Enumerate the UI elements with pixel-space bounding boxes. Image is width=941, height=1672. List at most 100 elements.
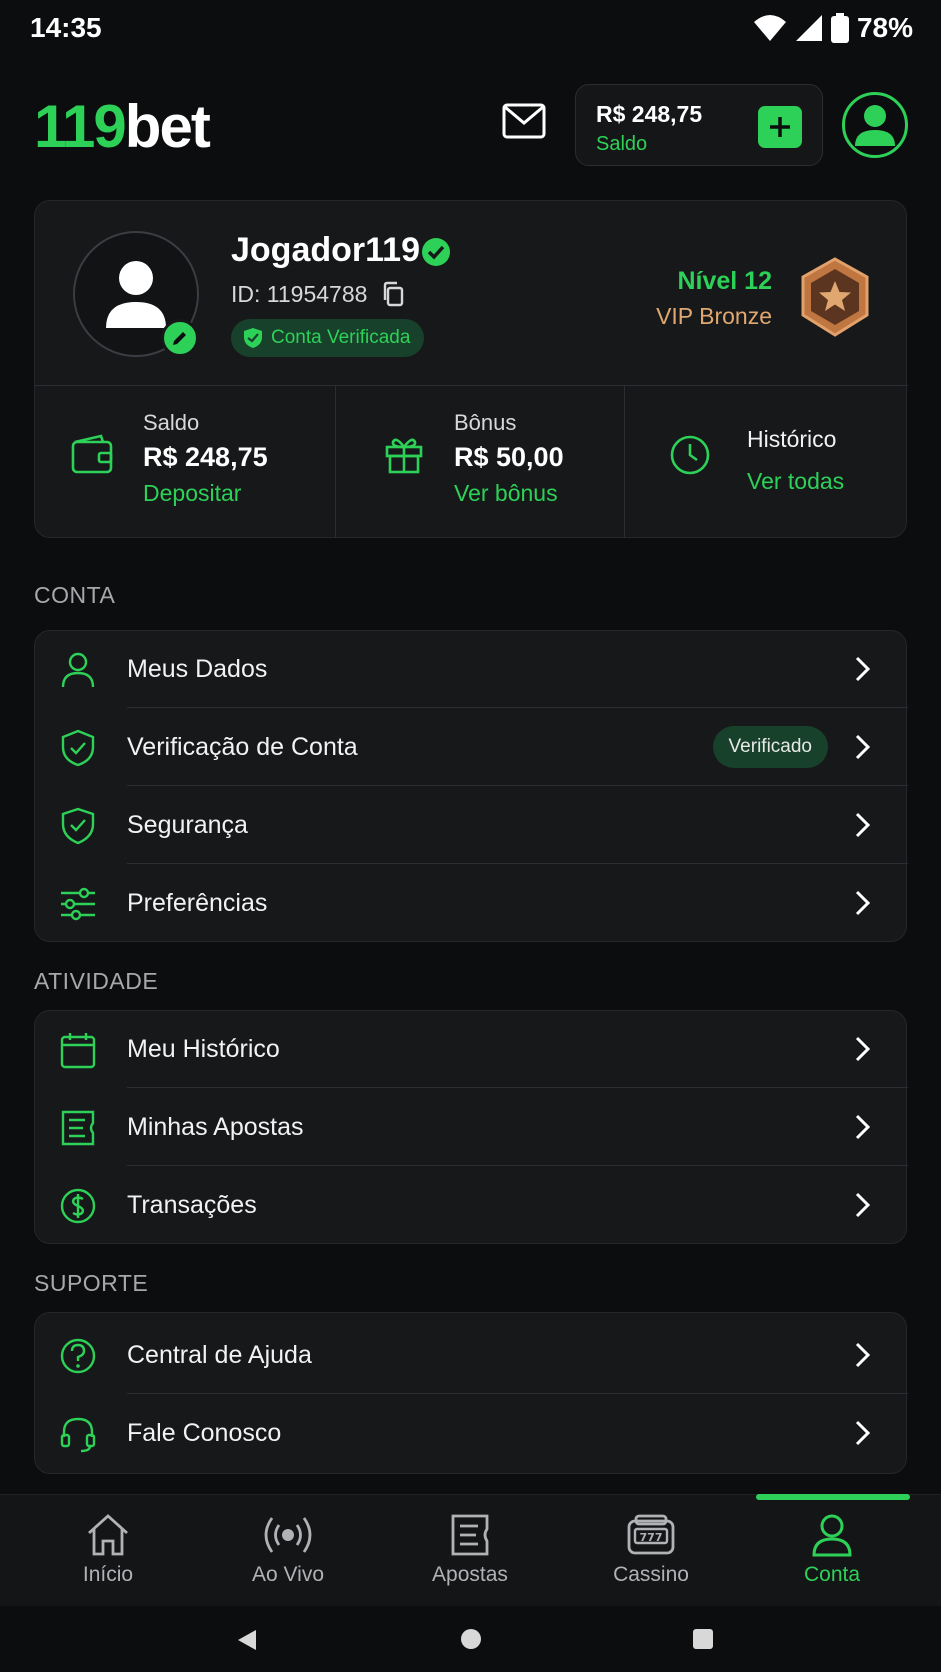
logo-number: 119 [34, 93, 127, 160]
stat-bonus-value: R$ 50,00 [454, 442, 564, 472]
home-circle-icon[interactable] [460, 1628, 482, 1650]
plus-icon [770, 117, 790, 137]
copy-icon[interactable] [381, 281, 405, 312]
menu-item-label: Central de Ajuda [127, 1341, 312, 1369]
nav-cassino[interactable]: 777 Cassino [561, 1513, 741, 1587]
nav-label: Cassino [613, 1563, 689, 1586]
user-silhouette-icon [106, 261, 166, 328]
gift-icon [385, 438, 423, 474]
view-all-link[interactable]: Ver todas [747, 468, 844, 495]
menu-item-preferencias[interactable]: Preferências [35, 865, 908, 942]
menu-card-conta: Meus Dados Verificação de Conta Verifica… [34, 630, 908, 942]
balance-box[interactable]: R$ 248,75 Saldo [575, 84, 823, 166]
menu-item-verificacao[interactable]: Verificação de Conta Verificado [35, 709, 908, 786]
stat-saldo-value: R$ 248,75 [143, 442, 268, 472]
section-title-suporte: SUPORTE [34, 1270, 149, 1296]
row-divider [127, 1087, 908, 1088]
chevron-right-icon [855, 734, 871, 760]
nav-label: Início [82, 1563, 134, 1586]
chevron-right-icon [855, 812, 871, 838]
profile-card: Jogador119 ID: 11954788 Conta Verificada… [34, 200, 908, 538]
bottom-nav: Início Ao Vivo Apostas 777 Cassino Conta [0, 1494, 941, 1606]
profile-avatar-button[interactable] [842, 92, 908, 158]
battery-percent: 78% [856, 12, 913, 43]
section-title-conta: CONTA [34, 582, 116, 608]
stat-saldo[interactable]: Saldo R$ 248,75 Depositar [35, 386, 335, 538]
nav-label: Apostas [432, 1563, 508, 1586]
brand-logo[interactable]: 119bet [34, 92, 211, 161]
chevron-right-icon [855, 1114, 871, 1140]
edit-avatar-button[interactable] [161, 319, 199, 357]
menu-item-label: Verificação de Conta [127, 733, 358, 761]
player-level: Nível 12 [677, 267, 772, 295]
profile-id: ID: 11954788 [231, 281, 368, 307]
menu-item-label: Segurança [127, 811, 248, 839]
account-icon [812, 1514, 852, 1557]
stat-historico[interactable]: Histórico Ver todas [625, 386, 908, 538]
verified-check-icon [421, 237, 451, 272]
nav-ao-vivo[interactable]: Ao Vivo [198, 1513, 378, 1587]
nav-conta[interactable]: Conta [742, 1513, 922, 1587]
wifi-icon [753, 15, 786, 41]
chevron-right-icon [855, 1420, 871, 1446]
menu-item-fale-conosco[interactable]: Fale Conosco [35, 1395, 908, 1472]
shield-check-icon [61, 807, 95, 845]
nav-label: Ao Vivo [252, 1563, 324, 1586]
user-icon [61, 652, 95, 688]
deposit-link[interactable]: Depositar [143, 480, 241, 507]
nav-apostas[interactable]: Apostas [380, 1513, 560, 1587]
menu-item-seguranca[interactable]: Segurança [35, 787, 908, 864]
verified-status-badge: Verificado [712, 726, 828, 768]
mail-icon[interactable] [502, 103, 550, 147]
menu-item-meus-dados[interactable]: Meus Dados [35, 631, 908, 708]
menu-item-meu-historico[interactable]: Meu Histórico [35, 1011, 908, 1088]
dollar-icon [60, 1188, 96, 1224]
menu-item-label: Meu Histórico [127, 1035, 280, 1063]
pencil-icon [173, 332, 186, 345]
status-time: 14:35 [30, 12, 102, 43]
menu-item-label: Meus Dados [127, 655, 268, 683]
section-title-atividade: ATIVIDADE [34, 968, 159, 994]
back-icon[interactable] [236, 1628, 258, 1652]
ticket-icon [61, 1110, 95, 1146]
logo-text: bet [124, 93, 211, 160]
system-nav-bar [0, 1606, 941, 1672]
view-bonus-link[interactable]: Ver bônus [454, 480, 558, 507]
chevron-right-icon [855, 1036, 871, 1062]
menu-item-label: Fale Conosco [127, 1419, 282, 1447]
vip-tier: VIP Bronze [656, 303, 772, 329]
stat-saldo-label: Saldo [143, 410, 200, 435]
header-balance-label: Saldo [596, 133, 648, 155]
vip-bronze-badge-icon [800, 257, 870, 337]
chevron-right-icon [855, 656, 871, 682]
menu-card-suporte: Central de Ajuda Fale Conosco [34, 1312, 908, 1474]
sliders-icon [61, 887, 95, 921]
nav-inicio[interactable]: Início [18, 1513, 198, 1587]
verified-badge-label: Conta Verificada [271, 327, 411, 348]
row-divider [127, 1393, 908, 1394]
recents-icon[interactable] [692, 1628, 714, 1650]
active-tab-indicator [756, 1494, 910, 1500]
svg-text:777: 777 [640, 1531, 663, 1544]
add-funds-button[interactable] [758, 106, 802, 148]
signal-icon [795, 15, 822, 41]
live-icon [264, 1517, 312, 1553]
stat-bonus-label: Bônus [454, 410, 517, 435]
chevron-right-icon [855, 890, 871, 916]
menu-item-transacoes[interactable]: Transações [35, 1167, 908, 1244]
menu-item-minhas-apostas[interactable]: Minhas Apostas [35, 1089, 908, 1166]
calendar-icon [60, 1033, 96, 1069]
shield-check-icon [244, 328, 262, 348]
wallet-icon [71, 434, 113, 474]
menu-item-label: Minhas Apostas [127, 1113, 304, 1141]
battery-icon [830, 13, 849, 43]
slot-icon: 777 [627, 1514, 675, 1555]
row-divider [127, 1165, 908, 1166]
menu-card-atividade: Meu Histórico Minhas Apostas Transações [34, 1010, 908, 1244]
bets-icon [451, 1514, 489, 1556]
menu-item-central-ajuda[interactable]: Central de Ajuda [35, 1317, 908, 1394]
stat-bonus[interactable]: Bônus R$ 50,00 Ver bônus [336, 386, 624, 538]
nav-label: Conta [803, 1563, 861, 1586]
user-icon [855, 105, 895, 146]
headset-icon [60, 1417, 96, 1453]
